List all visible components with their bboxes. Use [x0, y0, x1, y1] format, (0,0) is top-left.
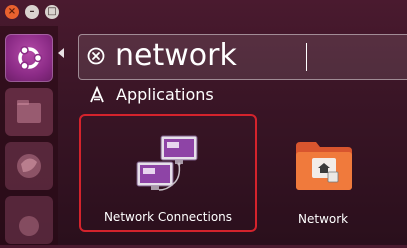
maximize-window-button[interactable]: □ — [45, 5, 59, 19]
result-network-connections[interactable]: Network Connections — [79, 114, 257, 232]
result-label: Network Connections — [103, 210, 233, 224]
minimize-window-button[interactable]: – — [25, 5, 39, 19]
network-connections-icon — [136, 135, 198, 191]
dash-overlay: × – □ network Applications Network Conne… — [0, 0, 407, 245]
category-title-applications: Applications — [116, 85, 214, 104]
app-icon — [19, 216, 39, 236]
files-icon — [17, 100, 41, 123]
search-input[interactable] — [115, 38, 400, 74]
launcher-item-browser[interactable] — [5, 142, 53, 190]
ubuntu-logo-icon — [18, 45, 43, 71]
applications-icon — [90, 86, 104, 103]
browser-icon — [17, 154, 41, 178]
launcher — [0, 26, 58, 245]
result-network[interactable]: Network — [272, 114, 372, 232]
result-label: Network — [298, 212, 349, 226]
active-launcher-indicator — [58, 48, 64, 58]
launcher-item-files[interactable] — [5, 88, 53, 136]
network-folder-icon — [296, 142, 352, 190]
close-window-button[interactable]: × — [5, 5, 19, 19]
text-caret — [306, 43, 307, 71]
launcher-item-dash[interactable] — [5, 34, 53, 82]
clear-icon[interactable] — [87, 47, 105, 65]
search-bar[interactable] — [78, 34, 407, 80]
launcher-item-app[interactable] — [5, 196, 53, 244]
